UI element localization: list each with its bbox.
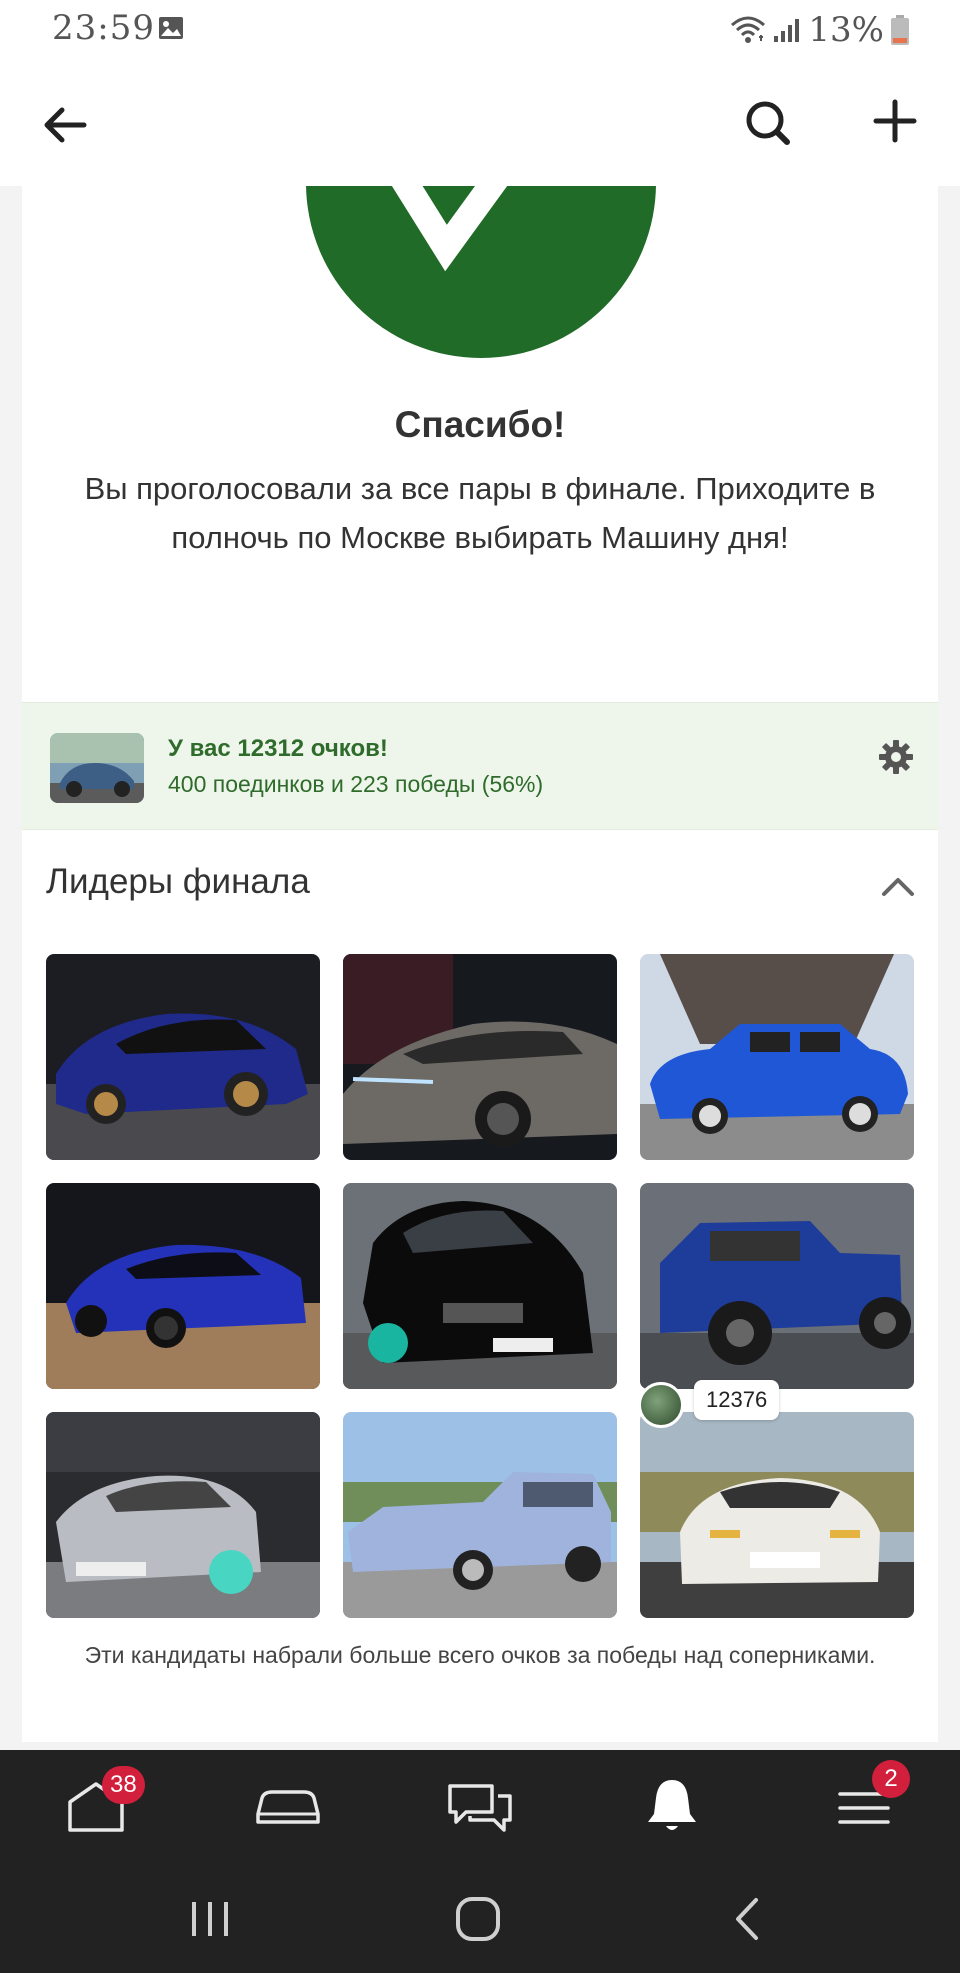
wifi-icon bbox=[731, 16, 766, 43]
checkmark-icon bbox=[391, 186, 508, 272]
leader-tile-9[interactable] bbox=[640, 1412, 914, 1618]
system-back-icon[interactable] bbox=[720, 1894, 776, 1944]
nav-messages[interactable] bbox=[440, 1772, 520, 1838]
search-icon[interactable] bbox=[740, 96, 796, 152]
status-time: 23:59 bbox=[52, 8, 155, 48]
nav-home[interactable]: 38 bbox=[56, 1766, 145, 1838]
score-title: У вас 12312 очков! bbox=[168, 735, 388, 762]
app-bar bbox=[0, 60, 960, 186]
leader-tile-7[interactable] bbox=[46, 1412, 320, 1618]
menu-badge: 2 bbox=[872, 1760, 910, 1798]
leader-tile-6[interactable] bbox=[640, 1183, 914, 1389]
leaders-note: Эти кандидаты набрали больше всего очков… bbox=[84, 1642, 876, 1668]
home-button-icon[interactable] bbox=[450, 1894, 506, 1944]
battery-text: 13% bbox=[808, 10, 884, 50]
battery-icon bbox=[891, 15, 909, 45]
result-message: Вы проголосовали за все пары в финале. П… bbox=[84, 471, 876, 555]
bell-icon bbox=[648, 1780, 696, 1830]
nav-menu[interactable]: 2 bbox=[824, 1760, 910, 1838]
gear-icon[interactable] bbox=[878, 739, 914, 775]
leader-tile-3[interactable] bbox=[640, 954, 914, 1160]
chevron-up-icon[interactable] bbox=[878, 866, 918, 906]
chat-icon bbox=[448, 1784, 512, 1832]
nav-garage[interactable] bbox=[248, 1772, 328, 1838]
leader-tile-1[interactable] bbox=[46, 954, 320, 1160]
car-icon bbox=[256, 1790, 320, 1824]
status-right: 13% bbox=[730, 8, 910, 52]
leader-tile-5[interactable] bbox=[343, 1183, 617, 1389]
score-badge: 12376 bbox=[694, 1380, 780, 1420]
recent-apps-icon[interactable] bbox=[182, 1894, 238, 1944]
system-nav-bar bbox=[0, 1860, 960, 1973]
result-card: Спасибо! Вы проголосовали за все пары в … bbox=[22, 186, 938, 1742]
leader-tile-2[interactable] bbox=[343, 954, 617, 1160]
status-bar: 23:59 13% bbox=[0, 0, 960, 60]
leader-tile-8[interactable] bbox=[343, 1412, 617, 1618]
image-icon bbox=[159, 17, 183, 39]
leaders-grid bbox=[46, 954, 914, 1618]
plus-icon[interactable] bbox=[870, 96, 920, 146]
score-panel: У вас 12312 очков! 400 поединков и 223 п… bbox=[22, 702, 938, 830]
bottom-nav: 38 2 bbox=[0, 1750, 960, 1860]
back-arrow-icon[interactable] bbox=[40, 100, 90, 150]
check-circle bbox=[306, 186, 656, 358]
score-subtitle: 400 поединков и 223 победы (56%) bbox=[168, 771, 544, 797]
user-car-thumbnail[interactable] bbox=[50, 733, 144, 803]
leader-tile-4[interactable] bbox=[46, 1183, 320, 1389]
result-title: Спасибо! bbox=[394, 404, 566, 445]
home-badge: 38 bbox=[102, 1766, 145, 1804]
leaders-title: Лидеры финала bbox=[46, 862, 310, 901]
signal-icon bbox=[774, 19, 800, 42]
voter-avatar[interactable] bbox=[638, 1382, 684, 1428]
nav-notifications[interactable] bbox=[632, 1772, 712, 1838]
